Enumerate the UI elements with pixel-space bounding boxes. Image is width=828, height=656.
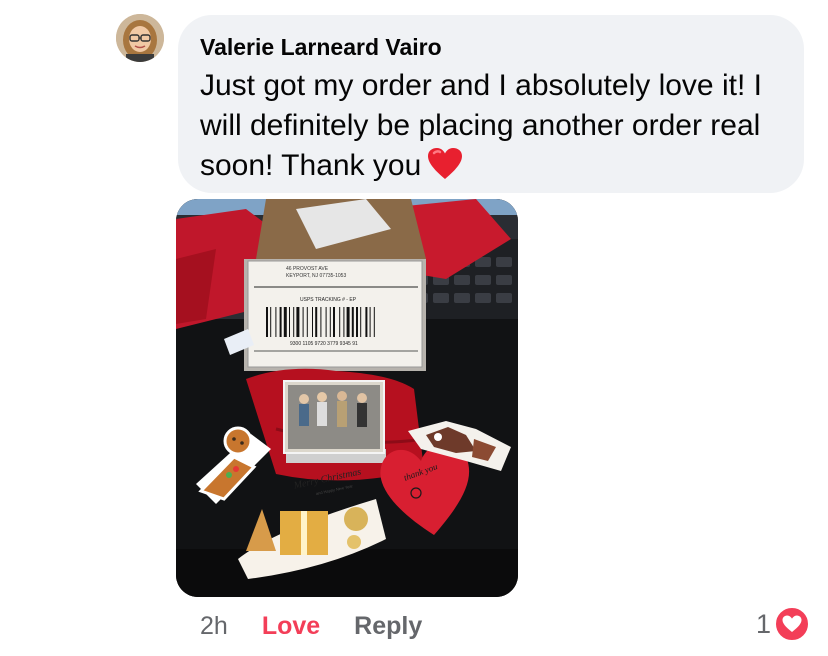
comment-actions: 2h Love Reply: [200, 608, 422, 644]
barcode-bar: [333, 307, 335, 337]
barcode-bar: [360, 307, 362, 337]
barcode-bar: [356, 307, 358, 337]
barcode-bar: [293, 307, 295, 337]
barcode-bar: [283, 307, 287, 337]
barcode-bar: [329, 307, 331, 337]
barcode-bar: [306, 307, 308, 337]
barcode-bar: [289, 307, 290, 337]
barcode-bar: [320, 307, 322, 337]
barcode-bar: [373, 307, 375, 337]
love-button[interactable]: Love: [262, 612, 320, 641]
barcode-bar: [351, 307, 354, 337]
barcode-bar: [275, 307, 277, 337]
comment-text: Just got my order and I absolutely love …: [200, 69, 762, 182]
reaction-count: 1: [756, 608, 772, 639]
barcode-bar: [315, 307, 318, 337]
barcode-bar: [325, 307, 327, 337]
barcode-bar: [365, 307, 368, 337]
barcode-bar: [296, 307, 300, 337]
comment-bubble: Valerie Larneard Vairo Just got my order…: [178, 15, 804, 193]
label-address-2: KEYPORT, NJ 07735-1053: [286, 273, 346, 279]
barcode-bar: [346, 307, 350, 337]
barcode-bar: [339, 307, 341, 337]
avatar[interactable]: [116, 14, 164, 62]
attached-photo[interactable]: 46 PROVOST AVE KEYPORT, NJ 07735-1053 US…: [176, 199, 518, 597]
red-heart-icon: [427, 147, 463, 192]
label-tracking-title: USPS TRACKING # - EP: [300, 297, 357, 303]
reaction-summary[interactable]: 1: [756, 606, 811, 642]
profile-photo: [116, 14, 164, 62]
comment-author[interactable]: Valerie Larneard Vairo: [200, 32, 442, 62]
label-tracking-number: 9300 1105 9720 3779 9345 91: [290, 341, 358, 347]
barcode-bar: [279, 307, 282, 337]
order-photo-image: 46 PROVOST AVE KEYPORT, NJ 07735-1053 US…: [176, 199, 518, 597]
barcode-bar: [343, 307, 345, 337]
reply-button[interactable]: Reply: [354, 612, 422, 641]
label-address-1: 46 PROVOST AVE: [286, 266, 329, 272]
comment-timestamp[interactable]: 2h: [200, 612, 228, 641]
comment-text-container: Just got my order and I absolutely love …: [200, 66, 790, 192]
barcode-bar: [266, 307, 268, 337]
barcode-bar: [369, 307, 371, 337]
love-reaction-icon: [774, 606, 811, 642]
barcode-bar: [302, 307, 304, 337]
barcode-bar: [270, 307, 272, 337]
barcode-bar: [312, 307, 313, 337]
